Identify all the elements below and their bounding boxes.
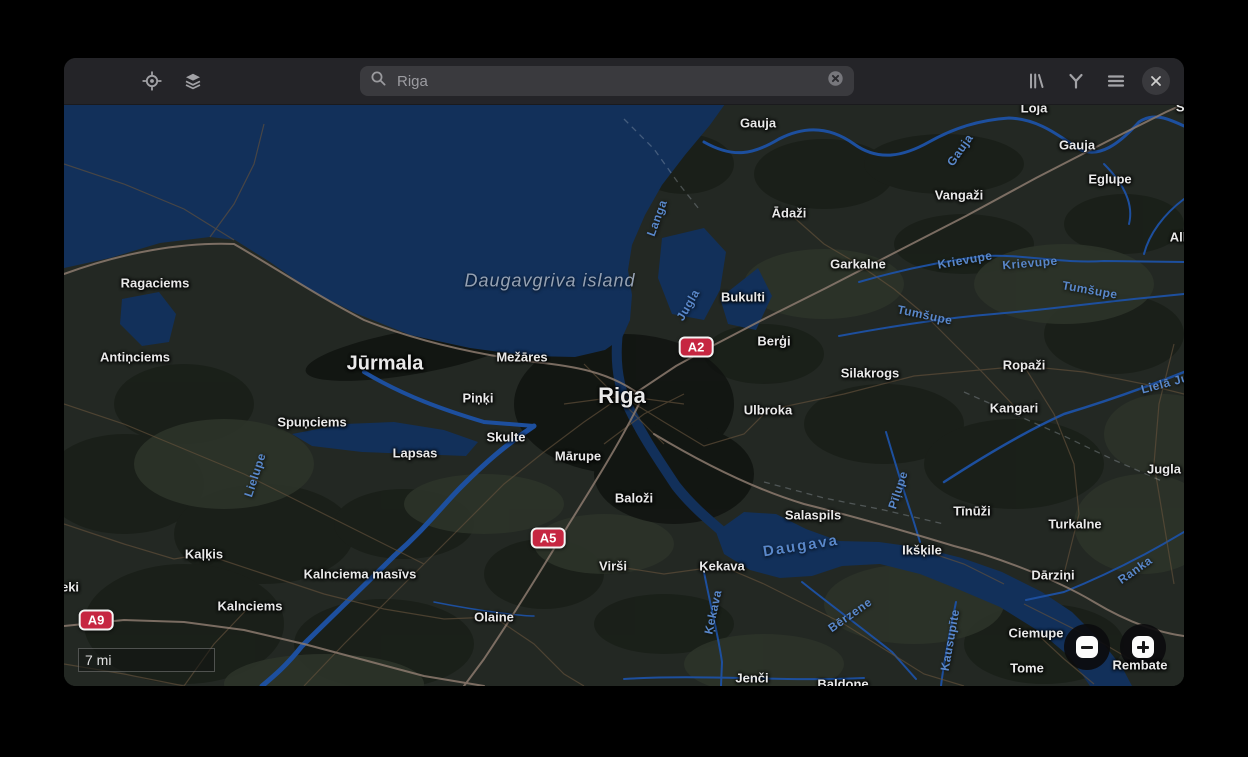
town-label: Ķekava	[699, 558, 745, 574]
town-label: Si	[1175, 104, 1184, 115]
town-label: Jenči	[735, 670, 769, 686]
clear-entry-icon[interactable]	[827, 70, 844, 92]
river-label: Tumšupe	[1061, 278, 1119, 302]
main-menu-button[interactable]	[1100, 65, 1132, 97]
town-label: Salaspils	[784, 507, 842, 523]
river-label: Krievupe	[936, 248, 994, 272]
town-label: All	[1169, 229, 1184, 245]
river-label: Lielā Jugla	[1139, 365, 1184, 397]
river-label: Ranka	[1115, 553, 1155, 587]
town-label: Silakrogs	[840, 365, 900, 381]
river-label: Bērzene	[825, 594, 875, 636]
town-label: Bukulti	[720, 289, 766, 305]
town-label: eki	[64, 579, 80, 595]
river-label: Lielupe	[241, 451, 269, 499]
river-label: Jugla	[673, 286, 703, 324]
town-label: Jugla	[1147, 461, 1181, 477]
river-label: Tumšupe	[896, 302, 954, 328]
headerbar	[64, 58, 1184, 105]
town-label: Mežāres	[496, 349, 548, 365]
town-label: Jūrmala	[346, 352, 424, 375]
town-label: Tome	[1010, 660, 1044, 676]
town-label: Rembate	[1112, 657, 1168, 673]
town-label: Olaine	[474, 609, 514, 625]
town-label: Kalnciema masīvs	[303, 566, 417, 582]
maps-window: 7 mi GaujaLojaSiGaujaEglupeVangažiĀdažiA…	[64, 58, 1184, 686]
town-label: Riga	[598, 383, 646, 408]
magnifier-icon	[370, 70, 387, 92]
river-label: Gauja	[943, 131, 977, 169]
town-label: Ikšķile	[902, 542, 942, 558]
river-label: Ķekava	[701, 588, 725, 636]
town-label: Kangari	[989, 400, 1039, 416]
river-label: Krievupe	[1001, 253, 1059, 273]
favorites-button[interactable]	[1021, 65, 1053, 97]
route-planner-button[interactable]	[1060, 65, 1092, 97]
town-label: Baldone	[817, 676, 869, 687]
town-label: Ragaciems	[120, 275, 190, 291]
layers-stack-icon	[183, 71, 203, 91]
town-label: Dārziņi	[1031, 567, 1075, 583]
map-labels: Gauja Loja Si Gauja Eglupe Vangaži Ādaži All Gar…	[64, 104, 1184, 686]
town-label: Kaļķis	[184, 546, 224, 562]
town-label: Skulte	[486, 429, 526, 445]
town-label: Gauja	[739, 115, 777, 131]
library-books-icon	[1027, 71, 1047, 91]
town-label: Lapsas	[392, 445, 438, 461]
river-label: Daugava	[761, 531, 841, 561]
river-label: Pīļupe	[885, 469, 911, 511]
town-label: Eglupe	[1088, 171, 1132, 187]
river-label: Langa	[643, 197, 671, 239]
town-label: Ciemupe	[1008, 625, 1064, 641]
route-shield: A2	[678, 336, 714, 358]
search-input[interactable]	[395, 71, 827, 91]
map-canvas[interactable]: 7 mi GaujaLojaSiGaujaEglupeVangažiĀdažiA…	[64, 104, 1184, 686]
town-label: Mārupe	[554, 448, 602, 464]
town-label: Garkalne	[830, 256, 886, 272]
current-location-button[interactable]	[136, 65, 168, 97]
town-label: Loja	[1020, 104, 1048, 116]
town-label: Kalnciems	[217, 598, 283, 614]
town-label: Ādaži	[771, 205, 807, 221]
route-shield: A9	[78, 609, 114, 631]
route-shield: A5	[530, 527, 566, 549]
crosshair-location-icon	[142, 71, 162, 91]
route-branch-icon	[1066, 71, 1086, 91]
town-label: Ulbroka	[743, 402, 793, 418]
town-label: Vangaži	[934, 187, 984, 203]
river-label: Kausupīte	[937, 608, 963, 672]
town-label: Berģi	[757, 333, 791, 349]
town-label: Tīnūži	[953, 503, 991, 519]
close-x-icon	[1149, 74, 1163, 88]
area-label: Daugavgriva island	[464, 270, 636, 291]
layers-button[interactable]	[177, 65, 209, 97]
close-window-button[interactable]	[1142, 67, 1170, 95]
town-label: Virši	[599, 558, 627, 574]
town-label: Gauja	[1058, 137, 1096, 153]
town-label: Piņķi	[462, 390, 494, 406]
town-label: Baloži	[614, 490, 654, 506]
hamburger-menu-icon	[1106, 71, 1126, 91]
town-label: Antiņciems	[99, 349, 171, 365]
town-label: Ropaži	[1002, 357, 1046, 373]
town-label: Spuņciems	[277, 414, 347, 430]
town-label: Turkalne	[1048, 516, 1102, 532]
search-entry[interactable]	[360, 66, 854, 96]
